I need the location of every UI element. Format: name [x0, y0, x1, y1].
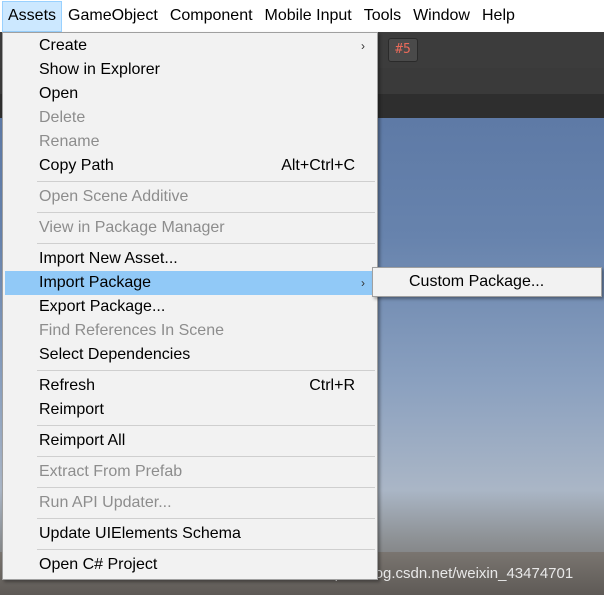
menu-item-label: Import New Asset...: [39, 250, 178, 267]
menu-separator: [37, 549, 375, 550]
toolbar-toggle-button[interactable]: #5: [388, 38, 418, 62]
menu-item-label: Find References In Scene: [39, 322, 224, 339]
menu-item-label: View in Package Manager: [39, 219, 225, 236]
menu-separator: [37, 243, 375, 244]
menu-gameobject[interactable]: GameObject: [62, 1, 164, 32]
menu-separator: [37, 456, 375, 457]
submenu-arrow-icon: ›: [361, 276, 365, 290]
menu-item-label: Reimport: [39, 401, 104, 418]
menu-item-label: Select Dependencies: [39, 346, 191, 363]
menu-item-reimport[interactable]: Reimport: [5, 398, 375, 422]
menu-separator: [37, 518, 375, 519]
menu-item-label: Open: [39, 85, 79, 102]
menu-item-custom-package[interactable]: Custom Package...: [409, 270, 544, 294]
menu-item-create[interactable]: Create ›: [5, 34, 375, 58]
menu-item-export-package[interactable]: Export Package...: [5, 295, 375, 319]
menu-item-label: Open C# Project: [39, 556, 158, 573]
menu-item-label: Delete: [39, 109, 86, 126]
menu-item-copy-path[interactable]: Copy Path Alt+Ctrl+C: [5, 154, 375, 178]
menu-tools[interactable]: Tools: [358, 1, 407, 32]
menu-item-label: Create: [39, 37, 88, 54]
menu-bar: Assets GameObject Component Mobile Input…: [0, 0, 604, 32]
menu-item-label: Extract From Prefab: [39, 463, 183, 480]
menu-item-refresh[interactable]: Refresh Ctrl+R: [5, 374, 375, 398]
menu-item-label: Update UIElements Schema: [39, 525, 241, 542]
menu-item-run-api-updater: Run API Updater...: [5, 491, 375, 515]
shortcut-label: Alt+Ctrl+C: [281, 157, 355, 174]
menu-item-find-references: Find References In Scene: [5, 319, 375, 343]
assets-dropdown-menu: Create › Show in Explorer Open Delete Re…: [2, 32, 378, 580]
menu-separator: [37, 487, 375, 488]
menu-separator: [37, 212, 375, 213]
menu-separator: [37, 181, 375, 182]
import-package-submenu: Custom Package...: [372, 267, 602, 297]
shortcut-label: Ctrl+R: [309, 377, 355, 394]
menu-component[interactable]: Component: [164, 1, 259, 32]
menu-separator: [37, 370, 375, 371]
menu-mobile-input[interactable]: Mobile Input: [259, 1, 358, 32]
menu-item-label: Import Package: [39, 274, 152, 291]
menu-item-label: Show in Explorer: [39, 61, 160, 78]
menu-item-extract-from-prefab: Extract From Prefab: [5, 460, 375, 484]
menu-item-open[interactable]: Open: [5, 82, 375, 106]
menu-item-import-new-asset[interactable]: Import New Asset...: [5, 247, 375, 271]
menu-help[interactable]: Help: [476, 1, 521, 32]
menu-item-import-package[interactable]: Import Package ›: [5, 271, 375, 295]
menu-item-label: Rename: [39, 133, 100, 150]
menu-window[interactable]: Window: [407, 1, 476, 32]
menu-item-show-in-explorer[interactable]: Show in Explorer: [5, 58, 375, 82]
menu-item-label: Open Scene Additive: [39, 188, 189, 205]
menu-item-open-csharp-project[interactable]: Open C# Project: [5, 553, 375, 577]
menu-item-label: Copy Path: [39, 157, 114, 174]
submenu-arrow-icon: ›: [361, 39, 365, 53]
menu-item-rename: Rename: [5, 130, 375, 154]
menu-item-open-scene-additive: Open Scene Additive: [5, 185, 375, 209]
menu-item-label: Reimport All: [39, 432, 126, 449]
menu-item-label: Refresh: [39, 377, 96, 394]
menu-item-label: Run API Updater...: [39, 494, 172, 511]
menu-separator: [37, 425, 375, 426]
menu-assets[interactable]: Assets: [2, 0, 63, 32]
menu-item-update-uielements-schema[interactable]: Update UIElements Schema: [5, 522, 375, 546]
menu-item-view-in-package-manager: View in Package Manager: [5, 216, 375, 240]
menu-item-label: Export Package...: [39, 298, 166, 315]
menu-item-select-dependencies[interactable]: Select Dependencies: [5, 343, 375, 367]
menu-item-delete: Delete: [5, 106, 375, 130]
menu-item-reimport-all[interactable]: Reimport All: [5, 429, 375, 453]
